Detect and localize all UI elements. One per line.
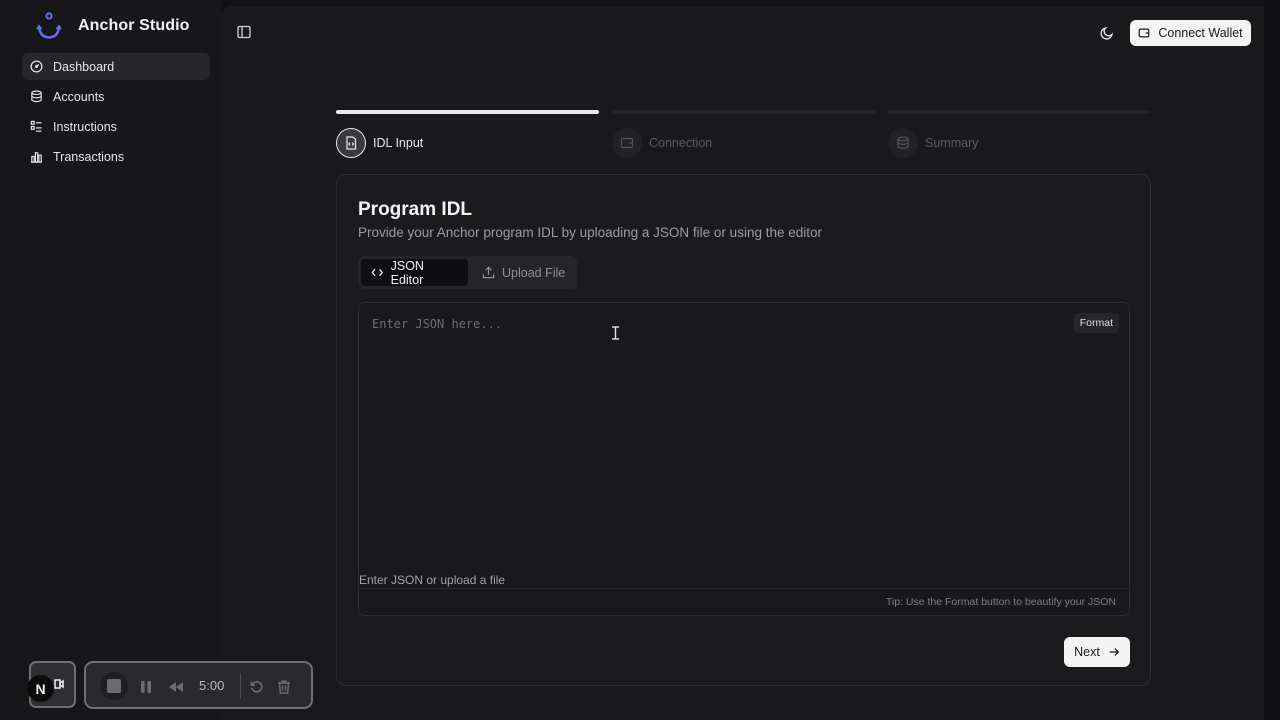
tab-json-editor[interactable]: JSON Editor: [361, 258, 468, 287]
step-progress-bar: [888, 110, 1151, 114]
rewind-icon[interactable]: [168, 679, 184, 695]
wallet-icon: [1139, 28, 1150, 38]
anchor-logo-icon: [36, 12, 62, 39]
sidebar-toggle-icon[interactable]: [236, 24, 252, 40]
step-progress-bar: [612, 110, 875, 114]
upload-icon: [482, 266, 495, 279]
sidebar: Anchor Studio Dashboard Accounts Instruc…: [0, 0, 222, 720]
tip-text: Tip: Use the Format button to beautify y…: [885, 596, 1116, 608]
toolbar-divider: [240, 673, 241, 699]
sidebar-item-label: Dashboard: [53, 59, 115, 74]
step-label: IDL Input: [373, 136, 424, 150]
sidebar-item-accounts[interactable]: Accounts: [22, 83, 210, 110]
stop-recording-button[interactable]: [100, 672, 128, 700]
sidebar-nav: Dashboard Accounts Instructions Transact…: [22, 53, 210, 173]
connect-wallet-label: Connect Wallet: [1158, 26, 1243, 40]
database-icon: [31, 90, 42, 103]
tab-label: Upload File: [502, 265, 566, 280]
stop-icon: [107, 679, 121, 693]
sidebar-item-transactions[interactable]: Transactions: [22, 143, 210, 170]
step-icon-badge: [888, 128, 918, 158]
next-button[interactable]: Next: [1064, 637, 1130, 667]
step-label: Connection: [649, 136, 713, 150]
next-label: Next: [1074, 645, 1100, 659]
helper-text: Enter JSON or upload a file: [359, 573, 506, 587]
tab-label: JSON Editor: [390, 258, 424, 287]
sidebar-item-instructions[interactable]: Instructions: [22, 113, 210, 140]
recorder-toolbar: 5:00: [84, 661, 313, 709]
editor-footer: Tip: Use the Format button to beautify y…: [359, 588, 1129, 615]
camera-icon: [54, 679, 64, 689]
json-editor: Format Enter JSON or upload a file Tip: …: [358, 302, 1130, 616]
sidebar-item-label: Transactions: [53, 149, 125, 164]
stepper: IDL Input Connection Summary: [336, 110, 1151, 160]
text-cursor-icon: [612, 326, 619, 340]
card-description: Provide your Anchor program IDL by uploa…: [358, 225, 822, 240]
sidebar-item-dashboard[interactable]: Dashboard: [22, 53, 210, 80]
recorder-badge: N: [27, 675, 54, 702]
sidebar-item-label: Instructions: [53, 119, 117, 134]
step-idl-input[interactable]: IDL Input: [336, 110, 599, 158]
pause-icon[interactable]: [138, 679, 154, 695]
program-idl-card: Program IDL Provide your Anchor program …: [336, 174, 1151, 686]
moon-icon[interactable]: [1099, 25, 1115, 41]
file-code-icon: [346, 136, 357, 150]
json-input[interactable]: [359, 303, 1129, 575]
step-label: Summary: [925, 136, 979, 150]
app-window: Anchor Studio Dashboard Accounts Instruc…: [0, 0, 1280, 720]
sidebar-item-label: Accounts: [53, 89, 105, 104]
step-icon-badge: [612, 128, 642, 158]
step-progress-bar: [336, 110, 599, 114]
main-panel: Connect Wallet IDL Input Connection Summ…: [222, 6, 1264, 720]
step-icon-badge: [336, 128, 366, 158]
arrow-right-icon: [1109, 648, 1120, 656]
gauge-icon: [30, 60, 43, 73]
step-connection[interactable]: Connection: [612, 110, 875, 158]
code-icon: [371, 268, 384, 277]
bar-chart-icon: [30, 152, 43, 163]
connect-wallet-button[interactable]: Connect Wallet: [1130, 20, 1251, 46]
tab-upload-file[interactable]: Upload File: [472, 259, 575, 286]
card-title: Program IDL: [358, 199, 473, 220]
format-button[interactable]: Format: [1073, 313, 1119, 333]
database-icon: [897, 136, 909, 150]
list-icon: [30, 120, 42, 132]
step-summary[interactable]: Summary: [888, 110, 1151, 158]
app-name: Anchor Studio: [78, 17, 190, 34]
wallet-icon: [620, 137, 634, 149]
brand[interactable]: Anchor Studio: [36, 12, 190, 40]
input-mode-tabs: JSON Editor Upload File: [358, 256, 577, 289]
restart-icon[interactable]: [249, 679, 265, 695]
recording-timer: 5:00: [199, 678, 225, 693]
trash-icon[interactable]: [276, 679, 292, 695]
